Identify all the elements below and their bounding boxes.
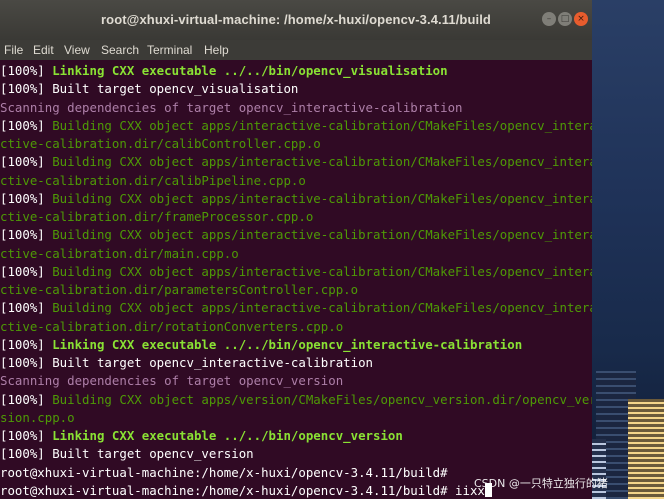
terminal-text: Linking CXX executable ../../bin/opencv_… bbox=[52, 336, 523, 352]
terminal-text: [100%] bbox=[0, 263, 53, 279]
terminal-line: [100%] Building CXX object apps/version/… bbox=[0, 391, 592, 409]
menu-view[interactable]: View bbox=[64, 43, 90, 57]
terminal-line: [100%] Building CXX object apps/interact… bbox=[0, 117, 592, 135]
menu-edit[interactable]: Edit bbox=[33, 43, 54, 57]
terminal-text: Scanning dependencies of target opencv_v… bbox=[0, 373, 344, 389]
terminal-text: [100%] bbox=[0, 117, 53, 133]
terminal-line: [100%] Building CXX object apps/interact… bbox=[0, 226, 592, 244]
terminal-line: [100%] Building CXX object apps/interact… bbox=[0, 190, 592, 208]
terminal-line: [100%] Building CXX object apps/interact… bbox=[0, 153, 592, 171]
terminal-text: [100%] bbox=[0, 63, 53, 78]
terminal-text: root@xhuxi-virtual-machine:/home/x-huxi/… bbox=[0, 464, 448, 480]
building bbox=[628, 399, 664, 499]
terminal-line: [100%] Linking CXX executable ../../bin/… bbox=[0, 427, 592, 445]
terminal-line: [100%] Building CXX object apps/interact… bbox=[0, 263, 592, 281]
terminal-text: root@xhuxi-virtual-machine:/home/x-huxi/… bbox=[0, 482, 485, 498]
terminal-text: [100%] bbox=[0, 391, 53, 407]
minimize-button[interactable]: – bbox=[542, 12, 556, 26]
terminal-text: [100%] bbox=[0, 336, 53, 352]
terminal-window: root@xhuxi-virtual-machine: /home/x-huxi… bbox=[0, 0, 592, 499]
title-bar[interactable]: root@xhuxi-virtual-machine: /home/x-huxi… bbox=[0, 0, 592, 40]
terminal-line: Scanning dependencies of target opencv_v… bbox=[0, 372, 592, 390]
terminal-text: [100%] bbox=[0, 428, 53, 443]
terminal-line: ctive-calibration.dir/calibPipeline.cpp.… bbox=[0, 172, 592, 190]
menu-search[interactable]: Search bbox=[101, 43, 139, 57]
terminal-text: Building CXX object apps/interactive-cal… bbox=[52, 117, 592, 133]
terminal-text: Building CXX object apps/interactive-cal… bbox=[52, 154, 592, 170]
terminal-line: [100%] Built target opencv_visualisation bbox=[0, 80, 592, 98]
terminal-line: sion.cpp.o bbox=[0, 409, 592, 427]
terminal-text: ctive-calibration.dir/parametersControll… bbox=[0, 282, 359, 297]
terminal-text: Building CXX object apps/interactive-cal… bbox=[52, 190, 592, 206]
terminal-text: Building CXX object apps/interactive-cal… bbox=[52, 227, 592, 243]
terminal-text: [100%] Built target opencv_version bbox=[0, 446, 254, 462]
terminal-output[interactable]: [100%] Linking CXX executable ../../bin/… bbox=[0, 62, 592, 499]
terminal-text: [100%] bbox=[0, 227, 53, 243]
terminal-line: ctive-calibration.dir/frameProcessor.cpp… bbox=[0, 208, 592, 226]
terminal-text: ctive-calibration.dir/frameProcessor.cpp… bbox=[0, 209, 314, 224]
terminal-text: Building CXX object apps/interactive-cal… bbox=[52, 263, 592, 279]
terminal-text: Linking CXX executable ../../bin/opencv_… bbox=[52, 428, 403, 443]
terminal-text: ctive-calibration.dir/calibController.cp… bbox=[0, 136, 321, 151]
terminal-text: ctive-calibration.dir/main.cpp.o bbox=[0, 245, 239, 261]
terminal-text: Building CXX object apps/interactive-cal… bbox=[52, 300, 592, 316]
menu-terminal[interactable]: Terminal bbox=[147, 43, 192, 57]
terminal-text: Scanning dependencies of target opencv_i… bbox=[0, 99, 463, 115]
terminal-text: ctive-calibration.dir/calibPipeline.cpp.… bbox=[0, 172, 306, 188]
terminal-text: [100%] Built target opencv_visualisation bbox=[0, 81, 299, 97]
terminal-line: ctive-calibration.dir/main.cpp.o bbox=[0, 245, 592, 263]
terminal-line: ctive-calibration.dir/calibController.cp… bbox=[0, 135, 592, 153]
menu-help[interactable]: Help bbox=[204, 43, 229, 57]
terminal-line: [100%] Built target opencv_interactive-c… bbox=[0, 354, 592, 372]
terminal-text: [100%] Built target opencv_interactive-c… bbox=[0, 355, 373, 370]
terminal-text: [100%] bbox=[0, 300, 53, 316]
window-title: root@xhuxi-virtual-machine: /home/x-huxi… bbox=[101, 12, 491, 27]
menu-bar: File Edit View Search Terminal Help bbox=[0, 40, 592, 60]
terminal-text: Linking CXX executable ../../bin/opencv_… bbox=[52, 63, 448, 78]
terminal-text: [100%] bbox=[0, 154, 53, 170]
terminal-text: sion.cpp.o bbox=[0, 409, 75, 425]
terminal-text: ctive-calibration.dir/rotationConverters… bbox=[0, 318, 344, 334]
terminal-line: ctive-calibration.dir/rotationConverters… bbox=[0, 318, 592, 336]
csdn-watermark: CSDN @一只特立独行的猪 bbox=[474, 477, 608, 490]
terminal-line: ctive-calibration.dir/parametersControll… bbox=[0, 281, 592, 299]
terminal-text: [100%] bbox=[0, 190, 53, 206]
terminal-line: [100%] Built target opencv_version bbox=[0, 445, 592, 463]
maximize-button[interactable]: □ bbox=[558, 12, 572, 26]
terminal-text: Building CXX object apps/version/CMakeFi… bbox=[52, 391, 592, 407]
terminal-line: [100%] Linking CXX executable ../../bin/… bbox=[0, 336, 592, 354]
menu-file[interactable]: File bbox=[4, 43, 23, 57]
terminal-line: [100%] Linking CXX executable ../../bin/… bbox=[0, 62, 592, 80]
terminal-line: [100%] Building CXX object apps/interact… bbox=[0, 299, 592, 317]
close-button[interactable]: × bbox=[574, 12, 588, 26]
terminal-line: Scanning dependencies of target opencv_i… bbox=[0, 99, 592, 117]
